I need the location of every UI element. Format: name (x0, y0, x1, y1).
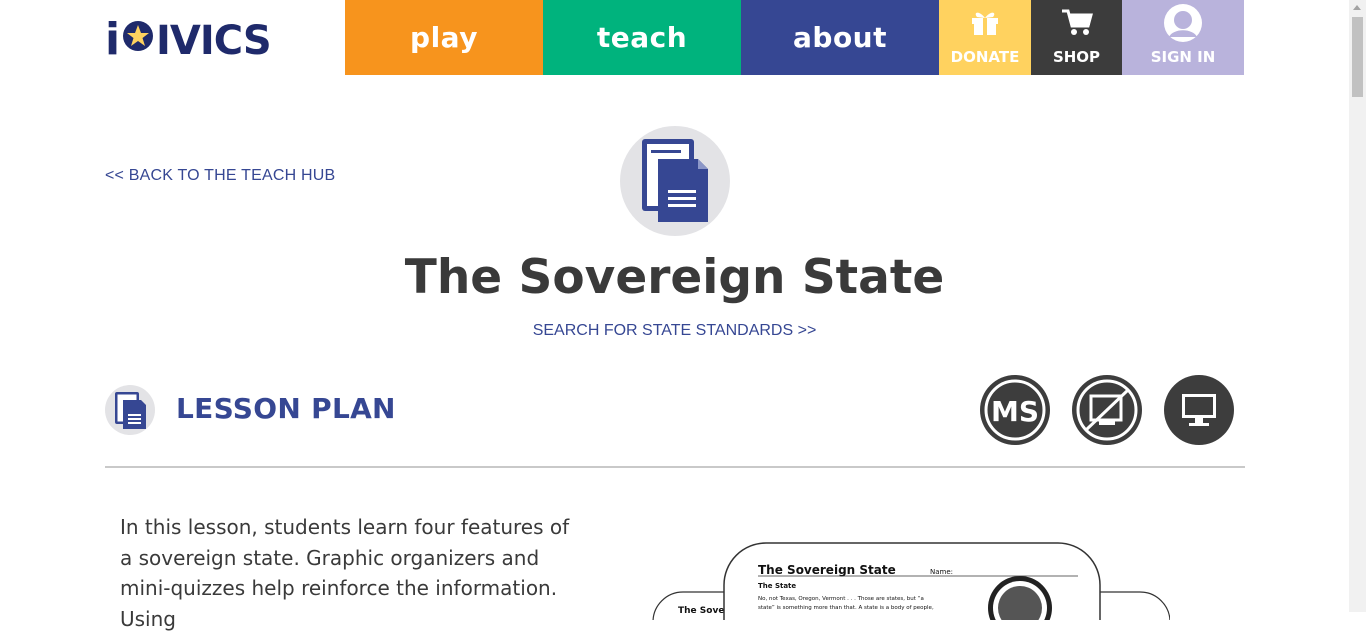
nav-teach[interactable]: teach (543, 0, 741, 75)
page-scrollbar[interactable] (1349, 0, 1366, 612)
middle-school-badge: MS (980, 375, 1050, 445)
preview-name-label: Name: (930, 568, 953, 576)
preview-line-1: No, not Texas, Oregon, Vermont . . . Tho… (758, 596, 924, 602)
nav-shop[interactable]: SHOP (1031, 0, 1122, 75)
nav-teach-label: teach (596, 21, 688, 54)
back-to-teach-hub-link[interactable]: << BACK TO THE TEACH HUB (105, 167, 335, 185)
nav-signin[interactable]: SIGN IN (1122, 0, 1244, 75)
nav-donate-label: DONATE (950, 48, 1020, 66)
scroll-thumb[interactable] (1352, 17, 1363, 97)
nav-play[interactable]: play (345, 0, 543, 75)
lesson-description: In this lesson, students learn four feat… (120, 515, 570, 631)
icivics-logo[interactable]: i IVICS (105, 13, 295, 59)
search-state-standards-link[interactable]: SEARCH FOR STATE STANDARDS >> (0, 322, 1349, 340)
user-avatar-icon (1164, 4, 1202, 42)
lesson-plan-heading: LESSON PLAN (176, 392, 396, 425)
scroll-up-arrow-icon[interactable] (1353, 5, 1361, 10)
svg-text:IVICS: IVICS (156, 18, 271, 59)
gift-icon (972, 12, 998, 35)
logo-text: i (105, 14, 119, 59)
preview-line-2: state” is something more than that. A st… (758, 605, 934, 611)
document-icon (620, 126, 730, 236)
nav-signin-label: SIGN IN (1150, 48, 1216, 66)
nav-play-label: play (410, 21, 478, 54)
preview-section: The State (758, 582, 796, 590)
nav-about[interactable]: about (741, 0, 939, 75)
lesson-document-preview[interactable]: The Sove... The Sovereign State Name: Th… (650, 540, 1170, 620)
digital-monitor-icon (1164, 375, 1234, 445)
nav-shop-label: SHOP (1052, 48, 1101, 66)
nav-donate[interactable]: DONATE (939, 0, 1031, 75)
section-divider (105, 466, 1245, 468)
lesson-document-icon (105, 385, 155, 435)
cart-icon (1061, 9, 1093, 35)
no-print-icon (1072, 375, 1142, 445)
page-title: The Sovereign State (404, 250, 945, 305)
preview-title: The Sovereign State (758, 563, 896, 577)
middle-school-badge-label: MS (991, 395, 1039, 428)
nav-about-label: about (793, 21, 887, 54)
